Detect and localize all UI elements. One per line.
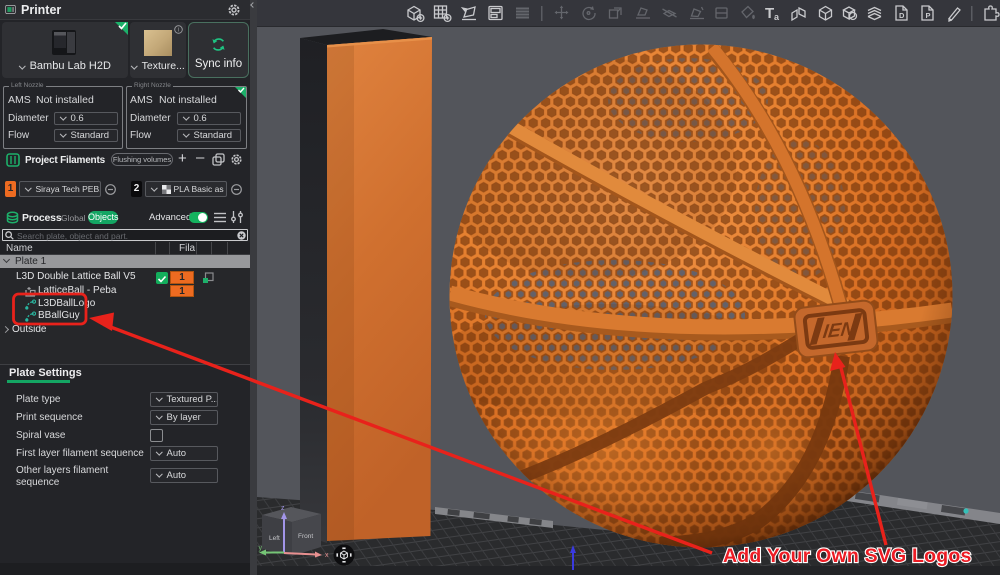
svg-text:Add Your Own SVG Logos: Add Your Own SVG Logos (723, 545, 972, 567)
